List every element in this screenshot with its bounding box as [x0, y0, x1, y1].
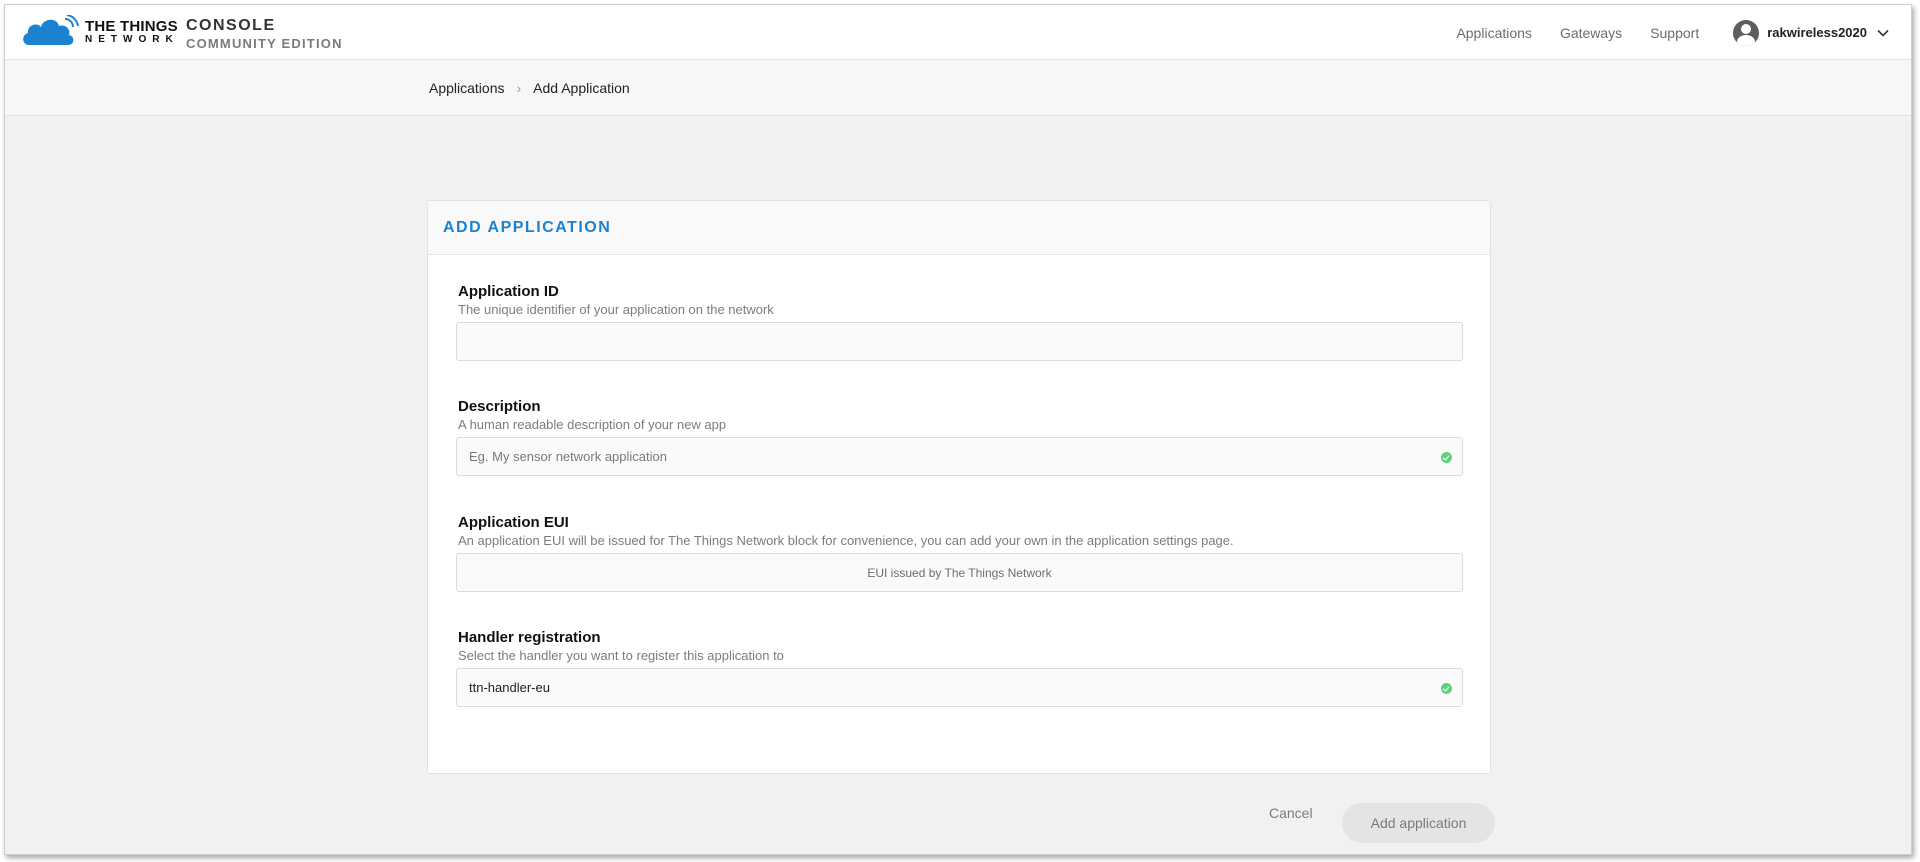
valid-check-icon — [1441, 452, 1452, 463]
description-input[interactable]: Eg. My sensor network application — [456, 437, 1463, 476]
field-handler-registration: Handler registration Select the handler … — [456, 629, 1463, 707]
description-placeholder: Eg. My sensor network application — [469, 449, 667, 464]
breadcrumb-add-application: Add Application — [533, 80, 630, 96]
app-window: THE THINGS NETWORK CONSOLE COMMUNITY EDI… — [4, 4, 1912, 855]
field-label: Handler registration — [458, 629, 601, 646]
nav-support[interactable]: Support — [1650, 25, 1699, 41]
console-subtitle: COMMUNITY EDITION — [186, 36, 343, 51]
field-label: Application EUI — [458, 514, 569, 531]
application-id-input[interactable] — [456, 322, 1463, 361]
cancel-button[interactable]: Cancel — [1269, 805, 1313, 821]
logo-line1: THE THINGS — [85, 18, 178, 35]
valid-check-icon — [1441, 683, 1452, 694]
breadcrumb-applications[interactable]: Applications — [429, 80, 505, 96]
cloud-logo-icon — [23, 15, 79, 45]
nav-applications[interactable]: Applications — [1456, 25, 1532, 41]
page-title: ADD APPLICATION — [443, 218, 612, 236]
application-eui-field: EUI issued by The Things Network — [456, 553, 1463, 592]
field-description: The unique identifier of your applicatio… — [458, 302, 774, 317]
avatar-icon — [1733, 19, 1760, 46]
logo-line2: NETWORK — [85, 34, 179, 45]
top-bar: THE THINGS NETWORK CONSOLE COMMUNITY EDI… — [5, 5, 1911, 60]
user-menu[interactable]: rakwireless2020 — [1733, 19, 1889, 46]
breadcrumb-separator-icon: › — [516, 80, 522, 96]
nav-gateways[interactable]: Gateways — [1560, 25, 1622, 41]
top-nav: Applications Gateways Support rakwireles… — [1456, 5, 1911, 60]
field-description: A human readable description of your new… — [458, 417, 727, 432]
handler-select[interactable]: ttn-handler-eu — [456, 668, 1463, 707]
breadcrumb-bar: Applications › Add Application — [5, 60, 1911, 116]
breadcrumb: Applications › Add Application — [429, 60, 630, 116]
handler-value: ttn-handler-eu — [469, 680, 550, 695]
field-description: An application EUI will be issued for Th… — [458, 533, 1234, 548]
field-label: Description — [458, 398, 541, 415]
username: rakwireless2020 — [1767, 25, 1867, 40]
add-application-button[interactable]: Add application — [1342, 803, 1495, 843]
ttn-logo[interactable]: THE THINGS NETWORK — [21, 15, 179, 49]
field-label: Application ID — [458, 283, 559, 300]
chevron-down-icon — [1877, 29, 1889, 37]
field-application-eui: Application EUI An application EUI will … — [456, 514, 1463, 592]
console-title-block: CONSOLE COMMUNITY EDITION — [186, 17, 343, 51]
add-application-card: ADD APPLICATION Application ID The uniqu… — [427, 200, 1491, 774]
field-description: Description A human readable description… — [456, 398, 1463, 476]
field-description: Select the handler you want to register … — [458, 648, 784, 663]
console-title: CONSOLE — [186, 17, 276, 34]
field-application-id: Application ID The unique identifier of … — [456, 283, 1463, 361]
card-header: ADD APPLICATION — [428, 201, 1490, 255]
